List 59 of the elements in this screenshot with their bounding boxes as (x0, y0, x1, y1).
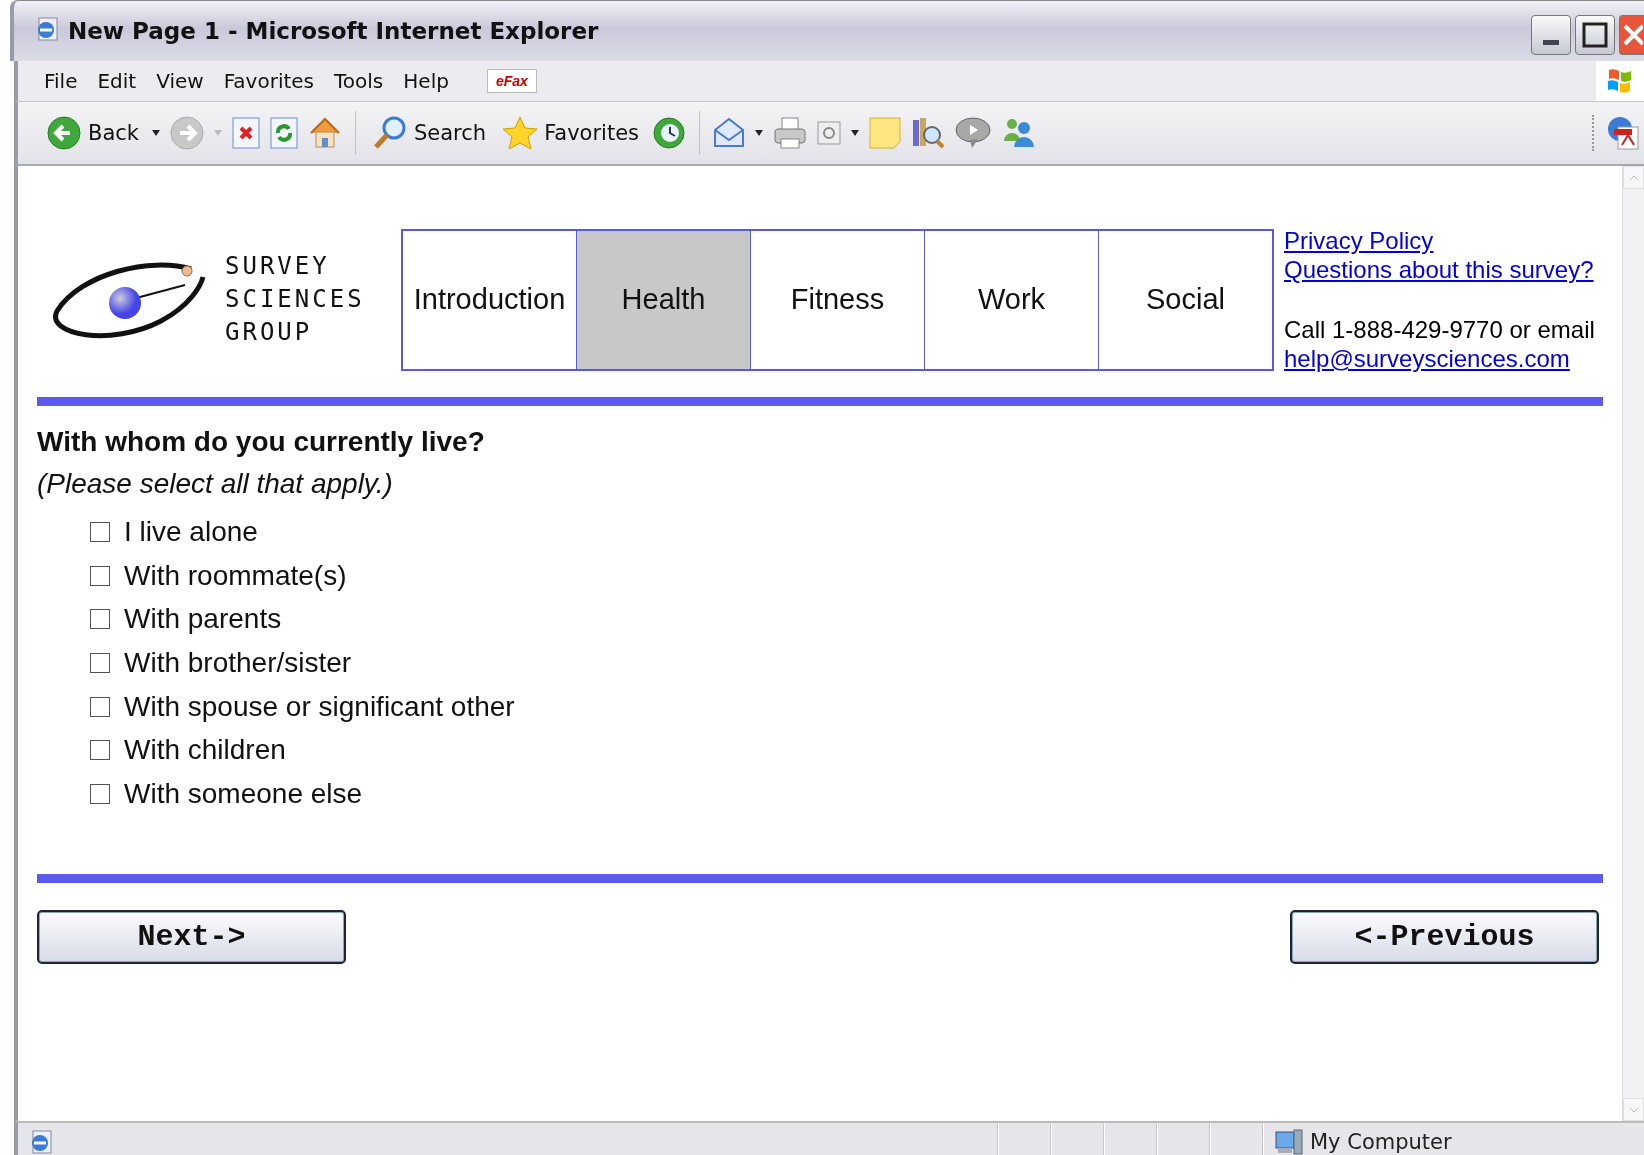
question-text: With whom do you currently live? (37, 426, 486, 458)
menu-item[interactable]: View (148, 65, 212, 97)
close-icon (1621, 22, 1643, 48)
checkbox[interactable] (90, 521, 110, 542)
caret-icon[interactable] (754, 129, 764, 137)
checkbox[interactable] (90, 565, 110, 586)
option-label: With someone else (124, 777, 363, 810)
favorites-star-icon (502, 115, 539, 151)
menu-item[interactable]: Favorites (215, 65, 322, 97)
mail-icon[interactable] (712, 116, 746, 150)
option-label: With roommate(s) (124, 559, 347, 592)
maximize-icon (1582, 22, 1608, 48)
logo-text: SURVEY (225, 251, 331, 282)
checkbox[interactable] (90, 783, 110, 804)
status-zone-text: My Computer (1310, 1130, 1452, 1154)
checkbox[interactable] (90, 609, 110, 630)
email-link[interactable]: help@surveysciences.com (1284, 344, 1570, 373)
option-label: With brother/sister (124, 646, 352, 679)
efax-button[interactable]: eFax (486, 69, 537, 93)
next-button[interactable]: Next-> (37, 909, 346, 964)
minimize-icon (1543, 39, 1559, 45)
option-label: I live alone (124, 515, 258, 548)
back-button[interactable]: Back (42, 113, 143, 153)
computer-icon (1274, 1128, 1304, 1155)
option-label: With spouse or significant other (124, 690, 515, 723)
speech-bubble-icon[interactable] (954, 116, 992, 150)
checkbox[interactable] (90, 696, 110, 717)
contact-text: Call 1-888-429-9770 or email (1284, 315, 1595, 344)
history-clock-icon[interactable] (651, 115, 687, 151)
caret-icon[interactable] (151, 129, 161, 137)
link[interactable]: Privacy Policy (1284, 226, 1434, 255)
previous-button[interactable]: <-Previous (1290, 909, 1599, 964)
books-magnifier-icon[interactable] (910, 115, 946, 151)
search-icon (372, 115, 408, 151)
nav-tab[interactable]: Health (576, 230, 750, 369)
logo-text: SCIENCES (225, 284, 365, 315)
link[interactable]: Questions about this survey? (1284, 255, 1594, 284)
caret-icon[interactable] (850, 129, 860, 137)
menu-item[interactable]: Edit (89, 65, 145, 97)
window-title: New Page 1 - Microsoft Internet Explorer (68, 18, 600, 44)
option-label: With children (124, 734, 286, 767)
printer-icon[interactable] (772, 115, 808, 151)
checkbox[interactable] (90, 652, 110, 673)
menu-item[interactable]: Tools (326, 65, 392, 97)
maximize-button[interactable] (1575, 15, 1615, 55)
stop-icon[interactable] (231, 116, 261, 150)
pdf-globe-icon[interactable] (1606, 115, 1642, 151)
logo-text: GROUP (225, 317, 314, 348)
menu-item[interactable]: File (36, 65, 86, 97)
menu-item[interactable]: Help (395, 65, 457, 97)
option-label: With parents (124, 603, 282, 636)
checkbox[interactable] (90, 740, 110, 761)
square-button-icon[interactable] (816, 120, 842, 146)
favorites-button[interactable]: Favorites (498, 113, 643, 153)
search-button[interactable]: Search (368, 113, 491, 153)
minimize-button[interactable] (1531, 15, 1571, 55)
instruction-text: (Please select all that apply.) (37, 468, 394, 500)
close-button[interactable] (1619, 15, 1644, 55)
refresh-icon[interactable] (269, 116, 299, 150)
